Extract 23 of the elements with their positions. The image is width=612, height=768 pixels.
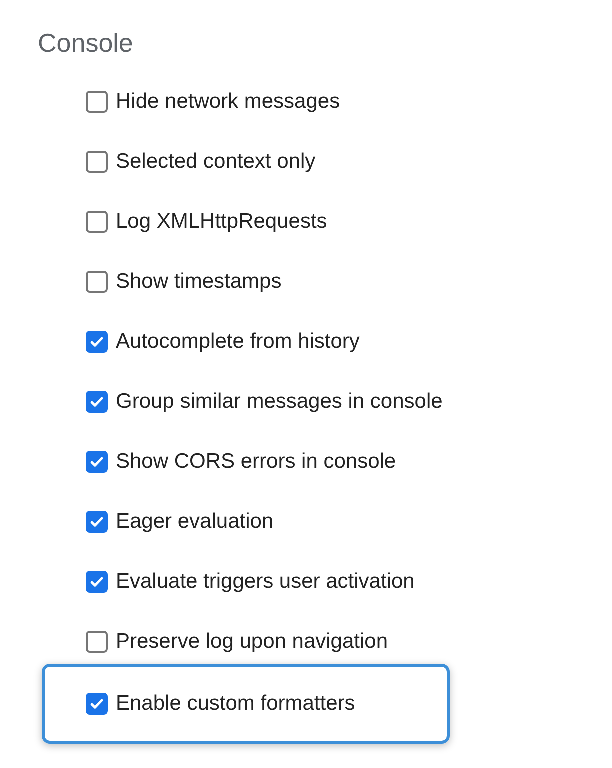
checkbox[interactable] [86, 693, 108, 715]
checkbox[interactable] [86, 151, 108, 173]
option-label: Selected context only [116, 149, 316, 176]
option-label: Eager evaluation [116, 509, 274, 536]
option-label: Enable custom formatters [116, 691, 356, 718]
checkbox[interactable] [86, 571, 108, 593]
option-label: Show timestamps [116, 269, 282, 296]
checkbox[interactable] [86, 271, 108, 293]
option-label: Autocomplete from history [116, 329, 360, 356]
option-label: Group similar messages in console [116, 389, 443, 416]
option-label: Show CORS errors in console [116, 449, 396, 476]
option-label: Log XMLHttpRequests [116, 209, 328, 236]
checkbox[interactable] [86, 451, 108, 473]
option-label: Hide network messages [116, 89, 340, 116]
checkbox[interactable] [86, 331, 108, 353]
option-label: Preserve log upon navigation [116, 629, 388, 656]
checkbox[interactable] [86, 391, 108, 413]
checkbox[interactable] [86, 91, 108, 113]
option-label: Evaluate triggers user activation [116, 569, 415, 596]
checkbox[interactable] [86, 211, 108, 233]
checkbox[interactable] [86, 511, 108, 533]
section-title: Console [38, 27, 134, 60]
checkbox[interactable] [86, 631, 108, 653]
